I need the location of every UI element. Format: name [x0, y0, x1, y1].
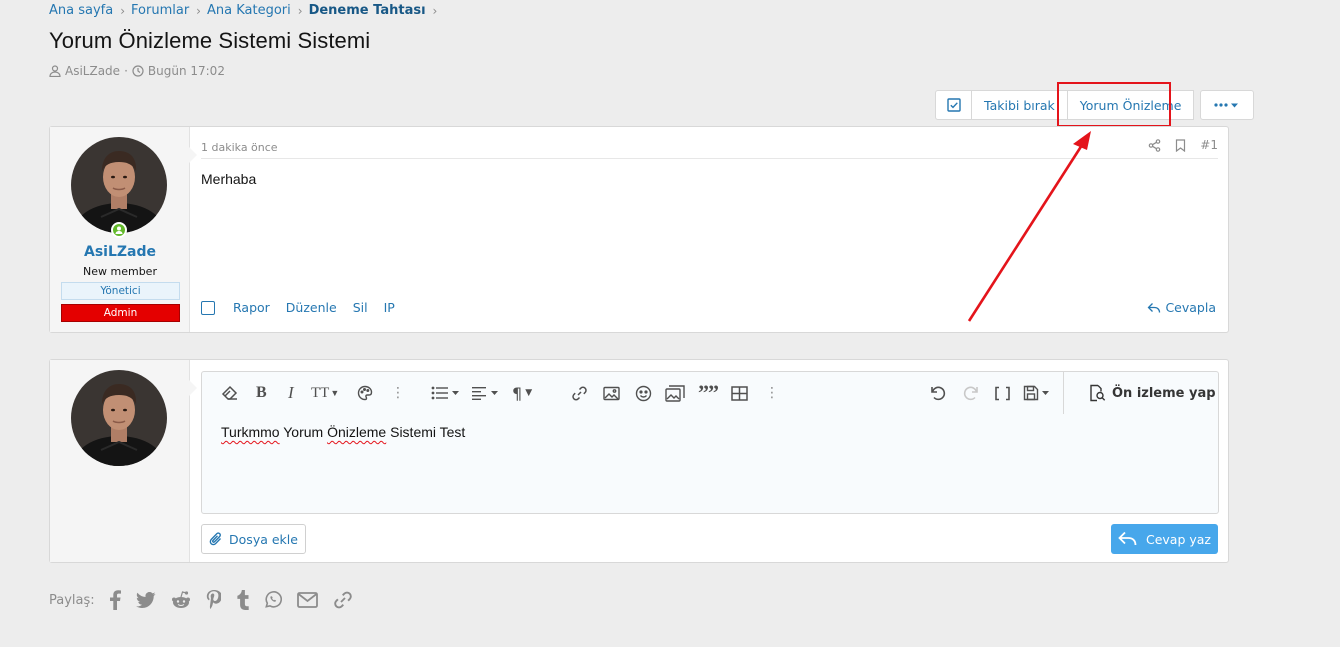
post-select-checkbox[interactable] — [201, 300, 215, 315]
image-icon[interactable] — [603, 383, 620, 403]
thread-meta: AsiLZade · Bugün 17:02 — [49, 64, 225, 78]
breadcrumb-home[interactable]: Ana sayfa — [49, 3, 113, 18]
user-icon — [49, 65, 61, 77]
preview-label: Ön izleme yap — [1112, 385, 1216, 401]
email-icon[interactable] — [296, 592, 318, 608]
drafts-save-icon[interactable] — [1023, 383, 1051, 403]
clock-icon — [132, 65, 144, 77]
avatar[interactable] — [71, 137, 167, 233]
chevron-right-icon: › — [196, 3, 201, 18]
thread-author[interactable]: AsiLZade — [65, 64, 120, 78]
rich-text-editor[interactable]: B I TT ▼ ⋮ ¶ ▼ ”” ⋮ Ön izleme yap Turkmm… — [201, 371, 1219, 514]
post-user-column: AsiLZade New member Yönetici Admin — [50, 127, 197, 332]
multi-select-button[interactable] — [935, 90, 972, 120]
bold-icon[interactable]: B — [256, 383, 267, 403]
checkbox-icon — [946, 98, 961, 112]
table-icon[interactable] — [731, 383, 748, 403]
thread-date[interactable]: Bugün 17:02 — [148, 64, 225, 78]
post-header-icons: #1 — [1148, 138, 1218, 152]
undo-icon[interactable] — [930, 383, 947, 403]
list-icon[interactable] — [431, 383, 461, 403]
smiley-icon[interactable] — [635, 383, 652, 403]
post-username[interactable]: AsiLZade — [50, 244, 190, 260]
bookmark-icon[interactable] — [1175, 138, 1186, 152]
link-icon[interactable] — [333, 590, 353, 610]
post-body: Merhaba — [201, 171, 257, 187]
post-reply-label: Cevap yaz — [1145, 531, 1211, 547]
post-header-divider — [201, 158, 1218, 159]
attach-file-button[interactable]: Dosya ekle — [201, 524, 306, 554]
ip-link[interactable]: IP — [384, 300, 395, 315]
more-vertical-icon[interactable]: ⋮ — [391, 383, 405, 403]
more-options-button[interactable] — [1200, 90, 1255, 120]
twitter-icon[interactable] — [135, 591, 156, 609]
breadcrumb-category[interactable]: Ana Kategori — [207, 3, 291, 18]
share-icon[interactable] — [1148, 138, 1161, 152]
breadcrumb-forum[interactable]: Deneme Tahtası — [309, 3, 426, 18]
message-post: AsiLZade New member Yönetici Admin 1 dak… — [49, 126, 1229, 333]
bbcode-toggle-icon[interactable] — [994, 383, 1011, 403]
chevron-right-icon: › — [297, 3, 303, 18]
whatsapp-icon[interactable] — [264, 591, 282, 609]
reply-label: Cevapla — [1165, 300, 1216, 315]
eraser-icon[interactable] — [221, 383, 239, 403]
editor-content[interactable]: Turkmmo Yorum Önizleme Sistemi Test — [221, 424, 465, 440]
preview-button[interactable]: Ön izleme yap — [1063, 372, 1218, 414]
reply-link[interactable]: Cevapla — [1147, 300, 1216, 315]
quick-reply: B I TT ▼ ⋮ ¶ ▼ ”” ⋮ Ön izleme yap Turkmm… — [49, 359, 1229, 563]
post-time[interactable]: 1 dakika önce — [201, 141, 278, 154]
chevron-right-icon: › — [120, 3, 126, 18]
palette-icon[interactable] — [357, 383, 373, 403]
document-search-icon — [1090, 384, 1106, 402]
editor-toolbar: B I TT ▼ ⋮ ¶ ▼ ”” ⋮ Ön izleme yap — [202, 372, 1218, 414]
user-title: New member — [83, 265, 157, 278]
reply-icon — [1118, 531, 1137, 546]
post-footer-actions: Rapor Düzenle Sil IP — [201, 300, 395, 315]
facebook-icon[interactable] — [109, 590, 121, 610]
chevron-right-icon: › — [432, 3, 438, 18]
breadcrumb-forums[interactable]: Forumlar — [131, 3, 189, 18]
more-vertical-icon[interactable]: ⋮ — [765, 383, 779, 403]
edit-link[interactable]: Düzenle — [286, 300, 337, 315]
paragraph-icon[interactable]: ¶ ▼ — [512, 383, 532, 403]
attach-file-label: Dosya ekle — [229, 531, 298, 547]
page-title: Yorum Önizleme Sistemi Sistemi — [49, 28, 371, 53]
breadcrumb: Ana sayfa › Forumlar › Ana Kategori › De… — [49, 3, 443, 18]
reddit-icon[interactable] — [171, 591, 191, 609]
tumblr-icon[interactable] — [236, 590, 249, 610]
redo-icon[interactable] — [962, 383, 979, 403]
user-banner-moderator: Yönetici — [61, 282, 180, 300]
report-link[interactable]: Rapor — [233, 300, 270, 315]
italic-icon[interactable]: I — [288, 383, 294, 403]
online-status-icon — [111, 222, 127, 238]
reply-user-column — [50, 360, 197, 562]
font-size-icon[interactable]: TT ▼ — [311, 383, 339, 403]
ellipsis-icon — [1214, 103, 1239, 108]
media-gallery-icon[interactable] — [665, 383, 685, 403]
pinterest-icon[interactable] — [206, 590, 221, 610]
reply-icon — [1148, 302, 1161, 313]
align-icon[interactable] — [472, 383, 500, 403]
share-bar: Paylaş: — [49, 590, 368, 610]
avatar[interactable] — [71, 370, 167, 466]
post-reply-button[interactable]: Cevap yaz — [1111, 524, 1218, 554]
unfollow-button[interactable]: Takibi bırak — [972, 90, 1068, 120]
link-icon[interactable] — [571, 383, 588, 403]
quote-icon[interactable]: ”” — [698, 380, 719, 405]
delete-link[interactable]: Sil — [353, 300, 368, 315]
paperclip-icon — [209, 532, 222, 546]
annotation-highlight-box — [1057, 82, 1171, 127]
post-number[interactable]: #1 — [1200, 138, 1218, 152]
share-label: Paylaş: — [49, 592, 95, 608]
user-banner-admin: Admin — [61, 304, 180, 322]
